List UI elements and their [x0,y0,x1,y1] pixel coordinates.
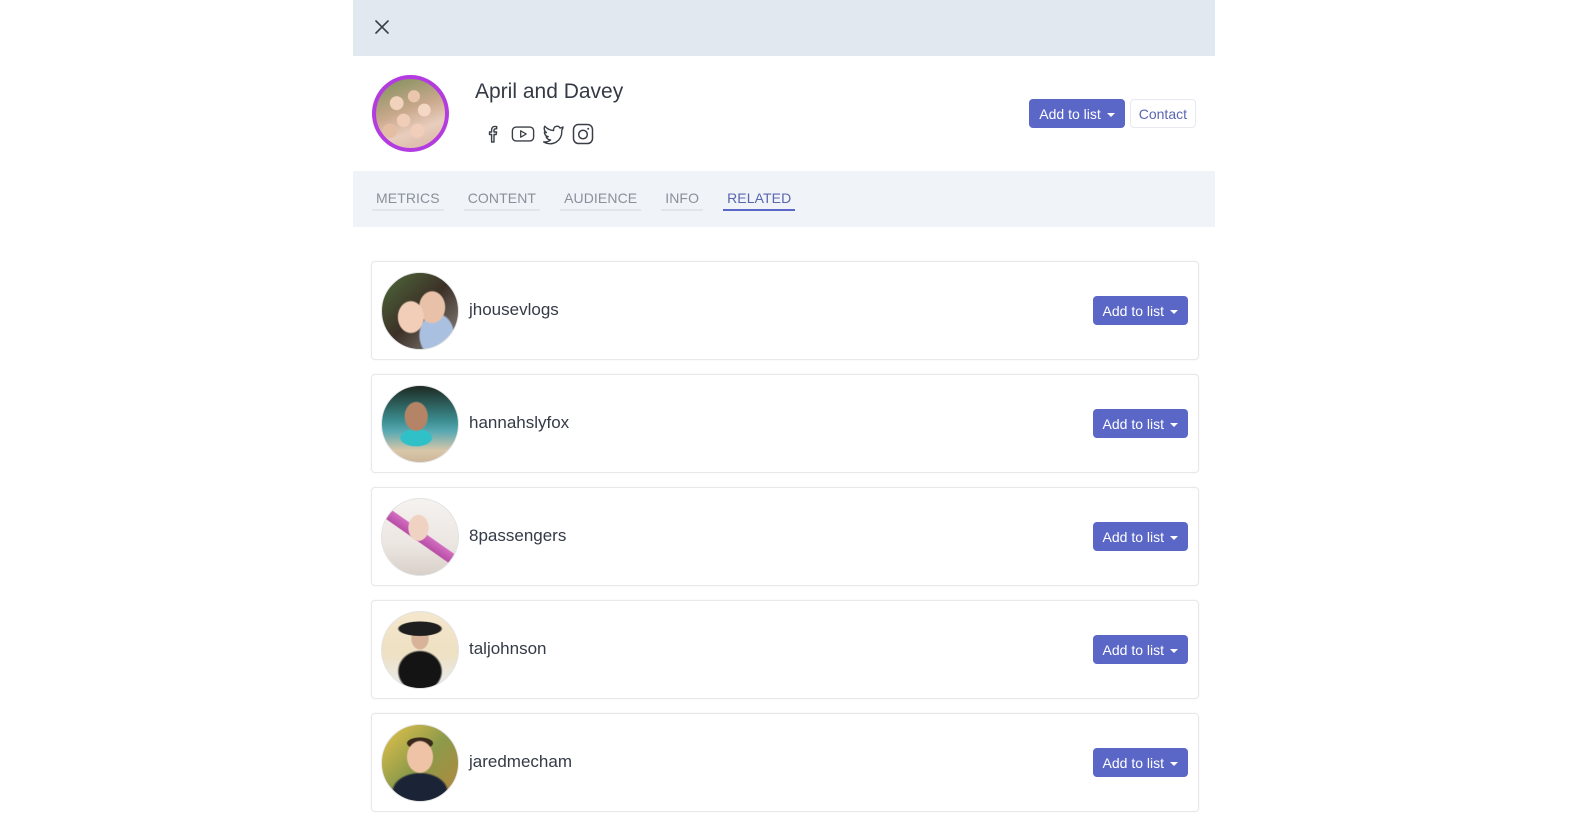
add-to-list-button[interactable]: Add to list [1092,296,1188,325]
close-icon [375,20,389,34]
tab-metrics[interactable]: METRICS [372,190,444,211]
top-bar [353,0,1215,56]
add-to-list-button[interactable]: Add to list [1092,522,1188,551]
add-to-list-button[interactable]: Add to list [1092,409,1188,438]
add-to-list-label: Add to list [1102,415,1164,432]
username[interactable]: jhousevlogs [469,300,559,320]
avatar [381,611,459,689]
list-item[interactable]: 8passengers Add to list [371,487,1199,586]
list-item[interactable]: taljohnson Add to list [371,600,1199,699]
tab-info[interactable]: INFO [661,190,704,211]
caret-down-icon [1170,761,1178,766]
username[interactable]: taljohnson [469,639,547,659]
add-to-list-button[interactable]: Add to list [1092,635,1188,664]
list-item[interactable]: jaredmecham Add to list [371,713,1199,812]
list-item[interactable]: hannahslyfox Add to list [371,374,1199,473]
twitter-link[interactable] [541,122,565,146]
add-to-list-label: Add to list [1102,641,1164,658]
add-to-list-label: Add to list [1102,754,1164,771]
youtube-icon [511,126,535,142]
add-to-list-label: Add to list [1102,528,1164,545]
profile-header: April and Davey Add to list Contact [353,56,1215,171]
avatar [381,724,459,802]
twitter-icon [542,125,564,145]
profile-avatar [372,75,449,152]
facebook-icon [488,125,498,143]
add-to-list-label: Add to list [1039,105,1101,122]
list-item[interactable]: jhousevlogs Add to list [371,261,1199,360]
contact-button[interactable]: Contact [1129,99,1196,128]
tab-content[interactable]: CONTENT [463,190,541,211]
username[interactable]: jaredmecham [469,752,572,772]
influencer-profile-panel: April and Davey Add to list Contact METR… [353,0,1215,828]
caret-down-icon [1170,422,1178,427]
add-to-list-label: Add to list [1102,302,1164,319]
tab-audience[interactable]: AUDIENCE [560,190,642,211]
caret-down-icon [1170,648,1178,653]
youtube-link[interactable] [511,122,535,146]
username[interactable]: 8passengers [469,526,566,546]
instagram-icon [572,123,594,145]
username[interactable]: hannahslyfox [469,413,569,433]
avatar [381,385,459,463]
caret-down-icon [1170,535,1178,540]
header-actions: Add to list Contact [1029,99,1196,128]
avatar [381,272,459,350]
tab-related[interactable]: RELATED [723,190,796,211]
caret-down-icon [1106,112,1115,117]
caret-down-icon [1170,309,1178,314]
add-to-list-button[interactable]: Add to list [1092,748,1188,777]
social-links [481,122,595,146]
close-button[interactable] [371,16,393,38]
instagram-link[interactable] [571,122,595,146]
related-influencers-list: jhousevlogs Add to list hannahslyfox Add… [371,261,1199,826]
add-to-list-button[interactable]: Add to list [1029,99,1125,128]
avatar [381,498,459,576]
profile-name: April and Davey [475,80,624,103]
facebook-link[interactable] [481,122,505,146]
tab-bar: METRICS CONTENT AUDIENCE INFO RELATED [353,171,1215,227]
